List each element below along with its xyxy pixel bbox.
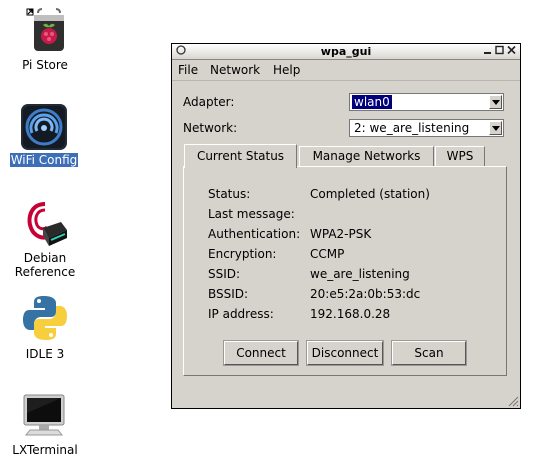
ip-address-key: IP address: xyxy=(208,307,274,321)
desktop-icon-label: Pi Store xyxy=(22,58,68,72)
ssid-value: we_are_listening xyxy=(310,267,410,281)
bssid-key: BSSID: xyxy=(208,287,249,301)
desktop-icon-label-line2: Reference xyxy=(14,265,76,279)
authentication-value: WPA2-PSK xyxy=(310,227,372,241)
menu-help[interactable]: Help xyxy=(273,63,300,77)
disconnect-button[interactable]: Disconnect xyxy=(306,340,384,366)
maximize-icon[interactable] xyxy=(494,45,505,57)
network-label: Network: xyxy=(183,121,238,135)
connect-button[interactable]: Connect xyxy=(223,340,299,366)
tab-current-status[interactable]: Current Status xyxy=(184,144,297,168)
wpa-gui-window: wpa_gui File Network Help Adapter: wlan0… xyxy=(171,43,521,409)
close-icon[interactable] xyxy=(506,45,517,57)
desktop-icon-wifi-config[interactable]: WiFi Config xyxy=(0,103,94,173)
desktop-icon-label: Debian xyxy=(23,251,67,265)
chevron-down-icon[interactable] xyxy=(489,95,502,109)
desktop-icon-debian-reference[interactable]: Debian Reference xyxy=(0,200,95,280)
pi-store-icon xyxy=(21,5,71,58)
resize-grip-icon[interactable] xyxy=(507,395,519,407)
desktop-icon-lxterminal[interactable]: LXTerminal xyxy=(0,393,95,459)
status-value: Completed (station) xyxy=(310,187,430,201)
window-title: wpa_gui xyxy=(320,45,372,58)
network-select[interactable]: 2: we_are_listening xyxy=(349,119,504,137)
debian-reference-icon xyxy=(21,200,69,253)
ip-address-value: 192.168.0.28 xyxy=(310,307,391,321)
minimize-icon[interactable] xyxy=(482,45,493,57)
last-message-key: Last message: xyxy=(208,207,295,221)
desktop-icon-label: IDLE 3 xyxy=(25,347,65,361)
desktop-icon-pi-store[interactable]: Pi Store xyxy=(0,5,95,75)
adapter-select[interactable]: wlan0 xyxy=(349,93,504,111)
encryption-key: Encryption: xyxy=(208,247,277,261)
status-key: Status: xyxy=(208,187,251,201)
authentication-key: Authentication: xyxy=(208,227,301,241)
bssid-value: 20:e5:2a:0b:53:dc xyxy=(310,287,421,301)
terminal-icon xyxy=(22,393,66,440)
python-idle-icon xyxy=(21,294,69,345)
chevron-down-icon[interactable] xyxy=(489,121,502,135)
adapter-label: Adapter: xyxy=(183,95,235,109)
ssid-key: SSID: xyxy=(208,267,241,281)
desktop-icon-idle3[interactable]: IDLE 3 xyxy=(0,292,95,362)
desktop-icon-label: WiFi Config xyxy=(9,153,79,167)
tab-manage-networks[interactable]: Manage Networks xyxy=(299,146,434,166)
adapter-value: wlan0 xyxy=(351,94,393,110)
menu-bar: File Network Help xyxy=(172,60,520,81)
scan-button[interactable]: Scan xyxy=(391,340,467,366)
menu-file[interactable]: File xyxy=(178,63,198,77)
network-value: 2: we_are_listening xyxy=(354,121,470,135)
wifi-config-icon xyxy=(20,103,68,154)
menu-network[interactable]: Network xyxy=(210,63,260,77)
title-bar[interactable]: wpa_gui xyxy=(172,44,520,60)
encryption-value: CCMP xyxy=(310,247,345,261)
tab-wps[interactable]: WPS xyxy=(435,146,485,166)
desktop-icon-label: LXTerminal xyxy=(12,443,78,457)
